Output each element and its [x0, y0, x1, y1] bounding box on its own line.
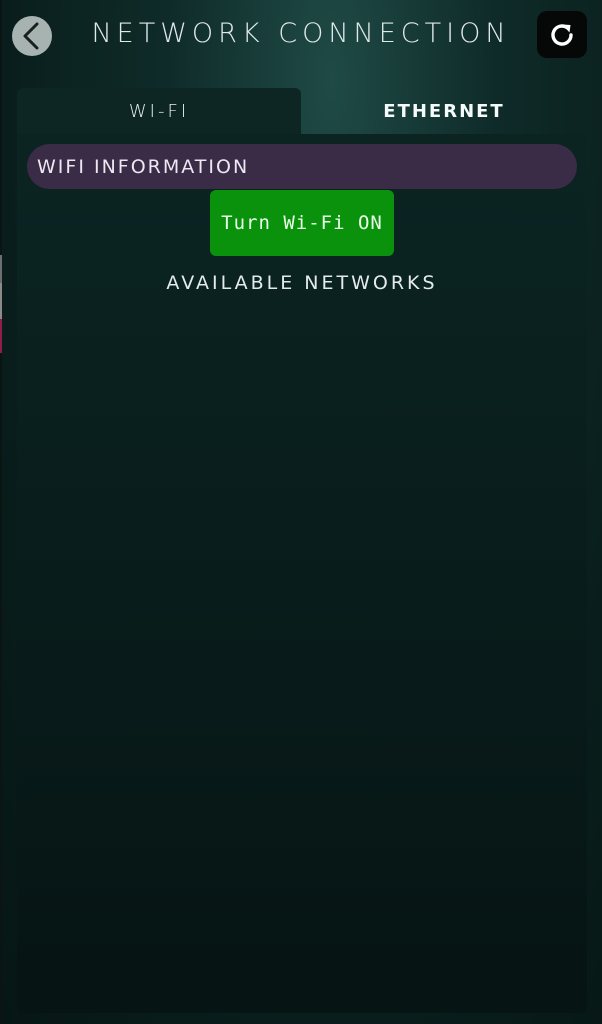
refresh-button[interactable] [537, 11, 587, 58]
tab-bar: WI-FI ETHERNET [17, 88, 587, 134]
wifi-tab-content: WIFI INFORMATION Turn Wi-Fi ON AVAILABLE… [17, 134, 587, 1013]
edge-marker [0, 283, 2, 319]
wifi-information-bar[interactable]: WIFI INFORMATION [27, 144, 577, 189]
turn-wifi-on-button[interactable]: Turn Wi-Fi ON [210, 190, 394, 256]
left-edge-strip [0, 0, 2, 1024]
tab-wifi[interactable]: WI-FI [17, 88, 301, 134]
wifi-information-label: WIFI INFORMATION [37, 155, 250, 178]
network-panel: WI-FI ETHERNET WIFI INFORMATION Turn Wi-… [17, 88, 587, 1013]
edge-marker [0, 319, 2, 353]
page-title: NETWORK CONNECTION [91, 18, 511, 49]
available-networks-list [27, 309, 577, 999]
available-networks-heading: AVAILABLE NETWORKS [166, 272, 438, 294]
refresh-icon [551, 23, 573, 46]
tab-ethernet[interactable]: ETHERNET [301, 88, 587, 134]
edge-marker [0, 255, 2, 283]
